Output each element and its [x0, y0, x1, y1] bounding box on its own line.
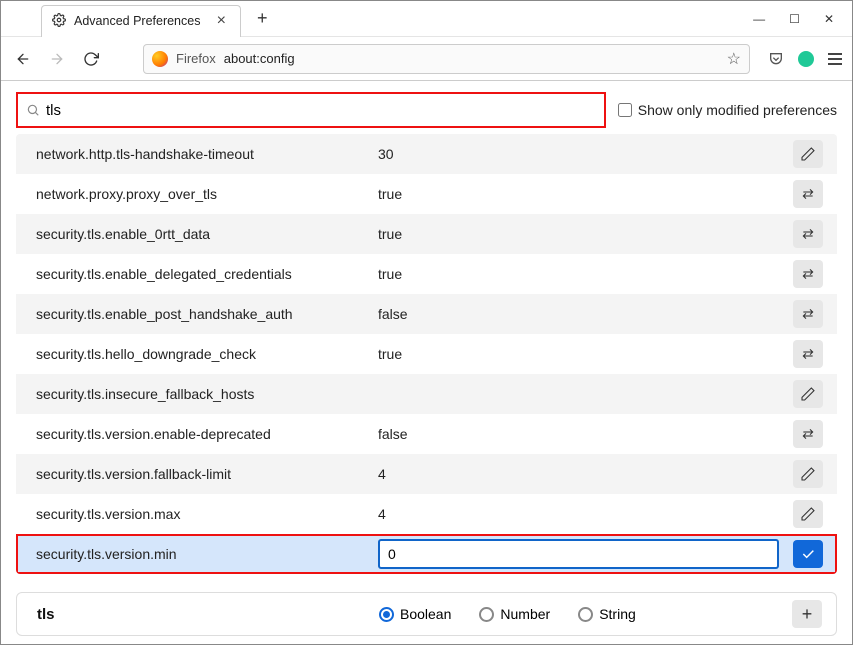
- pref-row: network.proxy.proxy_over_tls true: [16, 174, 837, 214]
- pref-value: 4: [378, 506, 779, 522]
- filter-row: Show only modified preferences: [16, 92, 837, 128]
- edit-button[interactable]: [793, 500, 823, 528]
- toggle-button[interactable]: [793, 300, 823, 328]
- toggle-button[interactable]: [793, 260, 823, 288]
- new-pref-name: tls: [31, 606, 371, 623]
- pref-name: security.tls.enable_post_handshake_auth: [30, 306, 370, 322]
- type-radio-number[interactable]: Number: [479, 606, 550, 622]
- show-modified-label: Show only modified preferences: [638, 102, 837, 118]
- show-modified-toggle[interactable]: Show only modified preferences: [618, 102, 837, 118]
- extension-icon[interactable]: [798, 51, 814, 67]
- firefox-icon: [152, 51, 168, 67]
- gear-icon: [52, 13, 66, 30]
- url-bar[interactable]: Firefox about:config ☆: [143, 44, 750, 74]
- pref-name: security.tls.version.max: [30, 506, 370, 522]
- pref-search-input[interactable]: [46, 102, 596, 119]
- pref-row: security.tls.enable_delegated_credential…: [16, 254, 837, 294]
- pref-row: security.tls.version.max 4: [16, 494, 837, 534]
- pref-name: security.tls.version.fallback-limit: [30, 466, 370, 482]
- type-radio-string[interactable]: String: [578, 606, 636, 622]
- pref-name: network.http.tls-handshake-timeout: [30, 146, 370, 162]
- pref-name: network.proxy.proxy_over_tls: [30, 186, 370, 202]
- pref-value: true: [378, 266, 779, 282]
- pref-value: false: [378, 306, 779, 322]
- hamburger-menu-icon[interactable]: [828, 53, 842, 65]
- new-pref-types: Boolean Number String: [379, 606, 784, 622]
- pref-row: security.tls.insecure_fallback_hosts: [16, 374, 837, 414]
- pref-value: true: [378, 186, 779, 202]
- forward-button[interactable]: [45, 47, 69, 71]
- brand-label: Firefox: [176, 51, 216, 66]
- pref-value: true: [378, 226, 779, 242]
- pref-value: 4: [378, 466, 779, 482]
- pref-row: network.http.tls-handshake-timeout 30: [16, 134, 837, 174]
- back-button[interactable]: [11, 47, 35, 71]
- window-controls: — ☐ ✕: [753, 12, 852, 26]
- reload-button[interactable]: [79, 47, 103, 71]
- scroll-area[interactable]: Show only modified preferences network.h…: [2, 82, 851, 643]
- toggle-button[interactable]: [793, 180, 823, 208]
- pref-name: security.tls.enable_delegated_credential…: [30, 266, 370, 282]
- save-button[interactable]: [793, 540, 823, 568]
- pref-row: security.tls.enable_post_handshake_auth f…: [16, 294, 837, 334]
- navigation-toolbar: Firefox about:config ☆: [1, 37, 852, 81]
- pref-value: false: [378, 426, 779, 442]
- url-text: about:config: [224, 51, 295, 66]
- search-icon: [26, 103, 40, 117]
- pocket-icon[interactable]: [768, 50, 784, 68]
- close-tab-icon[interactable]: ×: [213, 13, 230, 29]
- pref-list: network.http.tls-handshake-timeout30netw…: [16, 134, 837, 574]
- toolbar-right: [760, 50, 842, 68]
- pref-name: security.tls.version.min: [30, 546, 370, 562]
- pref-value: 30: [378, 146, 779, 162]
- pref-value: [378, 539, 779, 569]
- tab-title: Advanced Preferences: [74, 14, 200, 28]
- edit-button[interactable]: [793, 380, 823, 408]
- pref-row: security.tls.enable_0rtt_data true: [16, 214, 837, 254]
- bookmark-star-icon[interactable]: ☆: [727, 49, 741, 69]
- pref-name: security.tls.enable_0rtt_data: [30, 226, 370, 242]
- pref-row: security.tls.hello_downgrade_check true: [16, 334, 837, 374]
- pref-value: true: [378, 346, 779, 362]
- pref-row: security.tls.version.min: [16, 534, 837, 574]
- toggle-button[interactable]: [793, 340, 823, 368]
- pref-search-box[interactable]: [16, 92, 606, 128]
- pref-name: security.tls.hello_downgrade_check: [30, 346, 370, 362]
- maximize-button[interactable]: ☐: [789, 12, 800, 26]
- minimize-button[interactable]: —: [753, 12, 765, 26]
- toggle-button[interactable]: [793, 220, 823, 248]
- type-radio-boolean[interactable]: Boolean: [379, 606, 451, 622]
- pref-row: security.tls.version.enable-deprecated fa…: [16, 414, 837, 454]
- pref-name: security.tls.insecure_fallback_hosts: [30, 386, 370, 402]
- new-pref-row: tls Boolean Number String +: [16, 592, 837, 636]
- add-pref-button[interactable]: +: [792, 600, 822, 628]
- content-area: Show only modified preferences network.h…: [2, 82, 851, 643]
- pref-row: security.tls.version.fallback-limit 4: [16, 454, 837, 494]
- show-modified-checkbox[interactable]: [618, 103, 632, 117]
- pref-value-input[interactable]: [378, 539, 779, 569]
- browser-tab[interactable]: Advanced Preferences ×: [41, 5, 241, 37]
- toggle-button[interactable]: [793, 420, 823, 448]
- pref-name: security.tls.version.enable-deprecated: [30, 426, 370, 442]
- close-window-button[interactable]: ✕: [824, 12, 834, 26]
- edit-button[interactable]: [793, 460, 823, 488]
- titlebar: Advanced Preferences × + — ☐ ✕: [1, 1, 852, 37]
- edit-button[interactable]: [793, 140, 823, 168]
- new-tab-button[interactable]: +: [251, 8, 274, 29]
